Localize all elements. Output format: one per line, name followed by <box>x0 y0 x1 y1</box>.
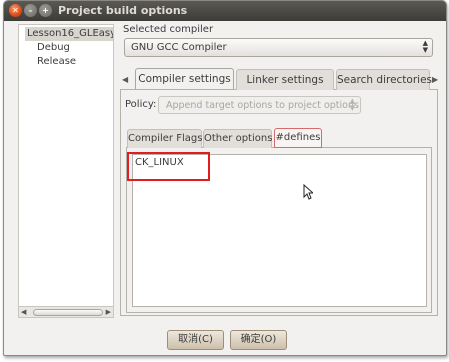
tab-linker-settings[interactable]: Linker settings <box>236 69 334 90</box>
policy-label: Policy: <box>125 99 157 110</box>
tab-defines[interactable]: #defines <box>274 128 322 148</box>
policy-select[interactable]: Append target options to project options… <box>158 96 361 114</box>
chevron-updown-icon: ▲ ▼ <box>422 39 428 54</box>
annotation-highlight-box <box>127 152 210 181</box>
compiler-select[interactable]: GNU GCC Compiler ▲ ▼ <box>124 38 433 57</box>
minimize-icon[interactable]: – <box>24 4 37 17</box>
tab-compiler-flags[interactable]: Compiler Flags <box>127 129 202 148</box>
selected-compiler-label: Selected compiler <box>123 24 214 35</box>
triangle-left-icon[interactable]: ◀ <box>122 75 128 84</box>
mouse-pointer-icon <box>303 184 313 200</box>
title-bar: ✕ – + Project build options <box>4 1 446 21</box>
maximize-icon[interactable]: + <box>39 4 52 17</box>
tree-item-project[interactable]: Lesson16_GLEasyG <box>25 27 113 41</box>
ok-button[interactable]: 确定(O) <box>230 330 287 350</box>
tree-item-release[interactable]: Release <box>37 55 76 69</box>
scroll-right-icon[interactable]: ▶ <box>106 308 111 316</box>
scrollbar-thumb[interactable] <box>33 309 103 316</box>
tree-item-debug[interactable]: Debug <box>37 41 70 55</box>
chevron-updown-icon: ▲ ▼ <box>349 97 355 112</box>
compiler-select-value: GNU GCC Compiler <box>131 42 227 53</box>
close-icon[interactable]: ✕ <box>9 4 22 17</box>
target-tree[interactable]: Lesson16_GLEasyG Debug Release <box>18 24 114 317</box>
policy-select-value: Append target options to project options <box>166 100 359 111</box>
tree-horizontal-scrollbar[interactable]: ◀ ▶ <box>18 306 114 318</box>
tab-search-directories[interactable]: Search directories <box>336 69 432 90</box>
cancel-button[interactable]: 取消(C) <box>167 330 224 350</box>
window-title: Project build options <box>58 4 188 17</box>
triangle-right-icon[interactable]: ▶ <box>432 75 438 84</box>
scroll-left-icon[interactable]: ◀ <box>21 308 26 316</box>
tab-other-options[interactable]: Other options <box>203 129 272 148</box>
tab-compiler-settings[interactable]: Compiler settings <box>135 68 234 89</box>
